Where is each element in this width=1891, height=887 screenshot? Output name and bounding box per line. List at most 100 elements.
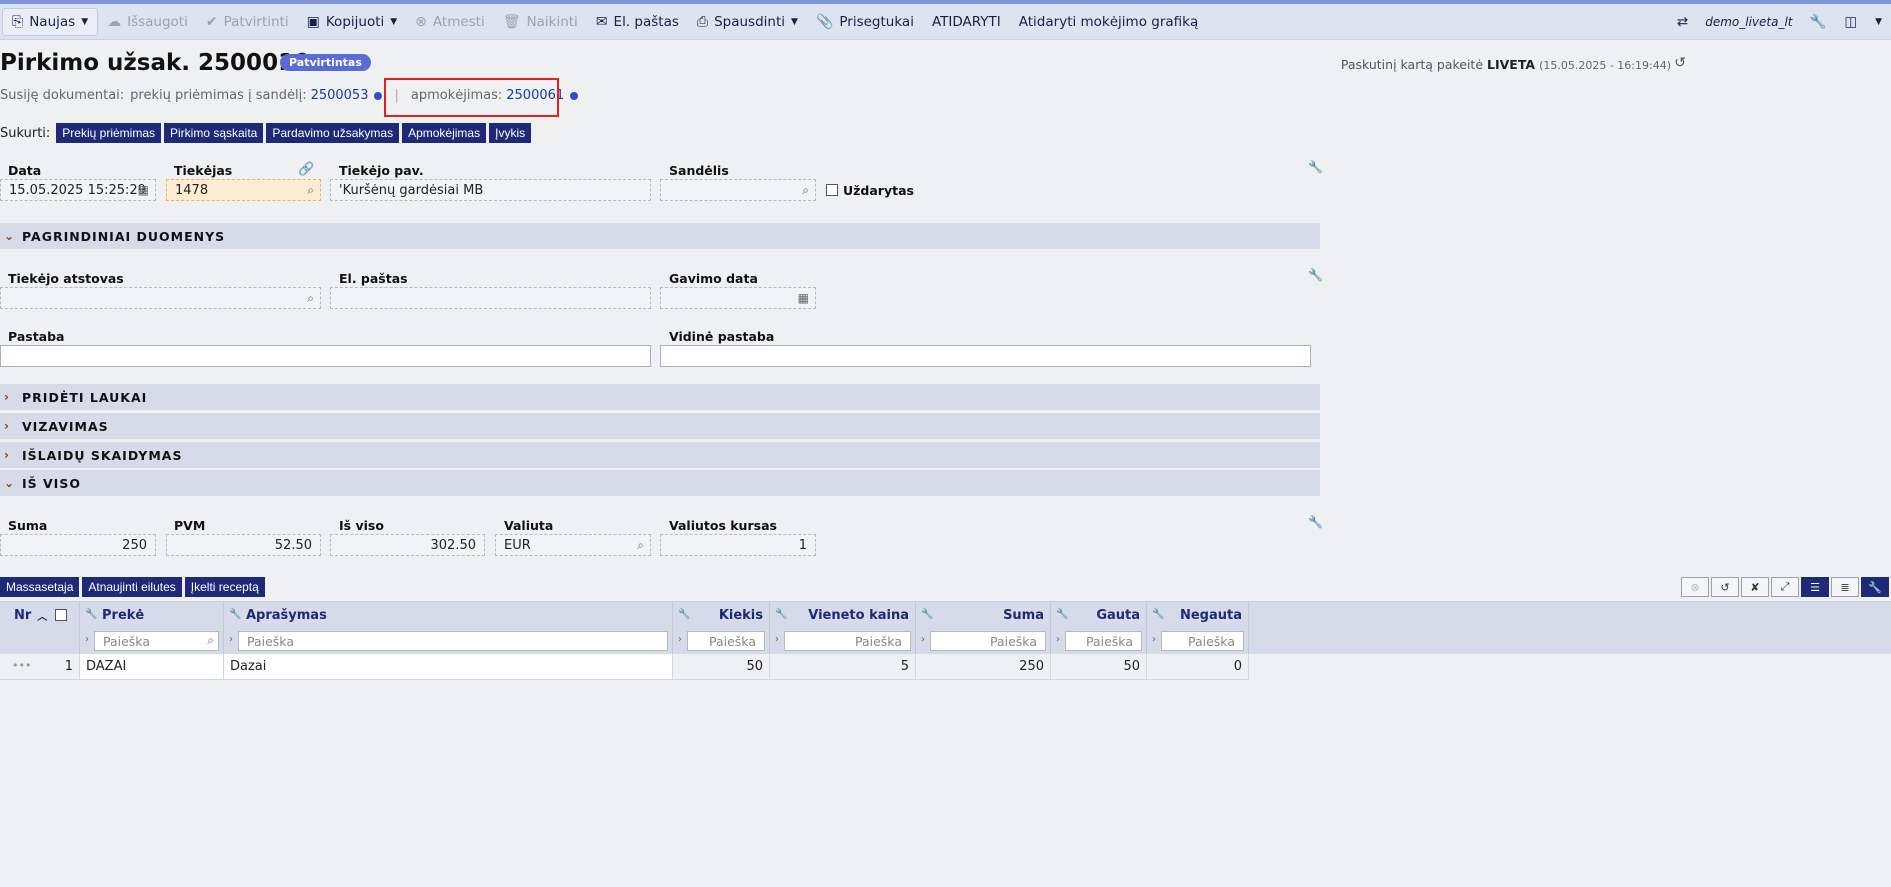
panel-layout-icon[interactable]: ◫ bbox=[1835, 8, 1866, 36]
create-goods-receipt-button[interactable]: Prekių priėmimas bbox=[56, 123, 161, 143]
internal-note-field[interactable] bbox=[660, 345, 1311, 367]
search-icon[interactable]: ⌕ bbox=[307, 183, 314, 198]
search-icon[interactable]: ⌕ bbox=[802, 183, 809, 198]
warehouse-field[interactable]: ⌕ bbox=[660, 179, 816, 201]
create-payment-button[interactable]: Apmokėjimas bbox=[402, 123, 487, 143]
wrench-icon[interactable]: 🔧 bbox=[1152, 609, 1164, 620]
email-button[interactable]: ✉ El. paštas bbox=[587, 8, 688, 36]
calendar-icon[interactable]: ▦ bbox=[798, 291, 809, 305]
wrench-icon[interactable]: 🔧 bbox=[1861, 577, 1889, 597]
open-payment-schedule-button[interactable]: Atidaryti mokėjimo grafiką bbox=[1010, 8, 1207, 36]
delete-button[interactable]: 🗑 Naikinti bbox=[494, 8, 587, 36]
create-event-button[interactable]: Įvykis bbox=[489, 123, 532, 143]
section-totals[interactable]: ⌄ IŠ VISO bbox=[0, 470, 1320, 496]
section-cost-split[interactable]: › IŠLAIDŲ SKAIDYMAS bbox=[0, 442, 1320, 468]
wrench-icon[interactable]: 🔧 bbox=[1056, 609, 1068, 620]
row-menu-icon[interactable]: ••• bbox=[12, 659, 31, 672]
create-purchase-invoice-button[interactable]: Pirkimo sąskaita bbox=[164, 123, 264, 143]
filter-unit-price-input[interactable]: Paieška bbox=[784, 631, 911, 651]
row-description-cell[interactable]: Dazai bbox=[224, 654, 673, 680]
undo-icon[interactable]: ↺ bbox=[1711, 577, 1739, 597]
sort-up-icon[interactable]: ︿ bbox=[37, 608, 47, 623]
receipt-info-icon[interactable] bbox=[374, 91, 383, 100]
attachments-button[interactable]: 📎 Prisegtukai bbox=[807, 8, 923, 36]
filter-not-received-input[interactable]: Paieška bbox=[1161, 631, 1244, 651]
row-not-received-cell[interactable]: 0 bbox=[1147, 654, 1249, 680]
search-icon[interactable]: ⌕ bbox=[207, 633, 214, 648]
user-name[interactable]: demo_liveta_lt bbox=[1697, 15, 1800, 29]
wide-rows-icon[interactable]: ≣ bbox=[1831, 577, 1859, 597]
column-header-nr[interactable]: Nr ︿ bbox=[0, 602, 80, 628]
select-all-checkbox[interactable] bbox=[55, 609, 68, 621]
wrench-icon[interactable]: 🔧 bbox=[775, 609, 787, 620]
switch-icon[interactable]: ⇄ bbox=[1668, 8, 1697, 36]
chevron-down-icon[interactable]: ▼ bbox=[1866, 8, 1891, 36]
receipt-link[interactable]: 2500053 bbox=[311, 88, 369, 103]
new-button[interactable]: ⎘ Naujas ▼ bbox=[2, 7, 99, 36]
filter-qty-input[interactable]: Paieška bbox=[687, 631, 765, 651]
note-field[interactable] bbox=[0, 345, 651, 367]
supplier-rep-field[interactable]: ⌕ bbox=[0, 287, 321, 309]
chevron-down-icon[interactable]: ▼ bbox=[791, 17, 798, 27]
history-icon[interactable]: ↺ bbox=[1674, 55, 1686, 71]
expand-icon[interactable]: ⤢ bbox=[1771, 577, 1799, 597]
filter-item-input[interactable]: Paieška bbox=[94, 631, 219, 651]
copy-button[interactable]: ▣ Kopijuoti ▼ bbox=[298, 8, 407, 36]
supplier-name-field[interactable]: 'Kuršėnų gardėsiai MB bbox=[330, 179, 651, 201]
row-item-cell[interactable]: DAZAI bbox=[80, 654, 224, 680]
closed-checkbox[interactable] bbox=[826, 184, 838, 196]
column-header-description[interactable]: 🔧 Aprašymas bbox=[224, 602, 673, 628]
excel-export-icon[interactable]: ✘ bbox=[1741, 577, 1769, 597]
filter-sum-input[interactable]: Paieška bbox=[930, 631, 1046, 651]
row-unit-price-cell[interactable]: 5 bbox=[770, 654, 916, 680]
column-header-qty[interactable]: 🔧 Kiekis bbox=[673, 602, 770, 628]
link-icon[interactable]: 🔗 bbox=[298, 162, 314, 177]
section-extra-fields[interactable]: › PRIDĖTI LAUKAI bbox=[0, 384, 1320, 410]
chevron-down-icon[interactable]: ▼ bbox=[390, 17, 397, 27]
save-button[interactable]: ☁ Išsaugoti bbox=[98, 8, 197, 36]
search-icon[interactable]: ⌕ bbox=[637, 538, 644, 553]
wrench-icon[interactable]: 🔧 bbox=[1308, 160, 1323, 174]
column-header-unit-price[interactable]: 🔧 Vieneto kaina bbox=[770, 602, 916, 628]
row-qty-cell[interactable]: 50 bbox=[673, 654, 770, 680]
filter-description-input[interactable]: Paieška bbox=[238, 631, 668, 651]
compact-rows-icon[interactable]: ☰ bbox=[1801, 577, 1829, 597]
payment-info-icon[interactable] bbox=[570, 91, 579, 100]
column-header-received[interactable]: 🔧 Gauta bbox=[1051, 602, 1147, 628]
mass-edit-button[interactable]: Massasetaja bbox=[0, 577, 80, 597]
supplier-field[interactable]: 1478 ⌕ bbox=[166, 179, 321, 201]
table-row[interactable]: ••• 1 bbox=[0, 654, 80, 680]
exchange-rate-field[interactable]: 1 bbox=[660, 534, 816, 556]
column-header-item[interactable]: 🔧 Prekė bbox=[80, 602, 224, 628]
row-sum-cell[interactable]: 250 bbox=[916, 654, 1051, 680]
section-approval[interactable]: › VIZAVIMAS bbox=[0, 413, 1320, 439]
reject-button[interactable]: ⊗ Atmesti bbox=[406, 8, 494, 36]
total-field[interactable]: 302.50 bbox=[330, 534, 485, 556]
row-received-cell[interactable]: 50 bbox=[1051, 654, 1147, 680]
receive-date-field[interactable]: ▦ bbox=[660, 287, 816, 309]
open-button[interactable]: ATIDARYTI bbox=[923, 8, 1010, 36]
search-icon[interactable]: ⌕ bbox=[307, 291, 314, 306]
calendar-icon[interactable]: ▦ bbox=[138, 183, 149, 197]
currency-field[interactable]: EUR ⌕ bbox=[495, 534, 651, 556]
create-sales-order-button[interactable]: Pardavimo užsakymas bbox=[266, 123, 400, 143]
email-field[interactable] bbox=[330, 287, 651, 309]
wrench-icon[interactable]: 🔧 bbox=[1801, 8, 1836, 36]
column-header-sum[interactable]: 🔧 Suma bbox=[916, 602, 1051, 628]
refresh-rows-button[interactable]: Atnaujinti eilutes bbox=[82, 577, 182, 597]
print-button[interactable]: ⎙ Spausdinti ▼ bbox=[688, 8, 807, 36]
wrench-icon[interactable]: 🔧 bbox=[229, 609, 241, 620]
wrench-icon[interactable]: 🔧 bbox=[85, 609, 97, 620]
date-field[interactable]: 15.05.2025 15:25:29 ▦ bbox=[0, 179, 156, 201]
wrench-icon[interactable]: 🔧 bbox=[678, 609, 690, 620]
vat-field[interactable]: 52.50 bbox=[166, 534, 321, 556]
column-header-not-received[interactable]: 🔧 Negauta bbox=[1147, 602, 1249, 628]
sum-field[interactable]: 250 bbox=[0, 534, 156, 556]
wrench-icon[interactable]: 🔧 bbox=[1308, 268, 1323, 282]
section-main-data[interactable]: ⌄ PAGRINDINIAI DUOMENYS bbox=[0, 223, 1320, 249]
filter-received-input[interactable]: Paieška bbox=[1065, 631, 1142, 651]
load-recipe-button[interactable]: Įkelti receptą bbox=[184, 577, 265, 597]
clear-filter-icon[interactable]: ⊗ bbox=[1681, 577, 1709, 597]
wrench-icon[interactable]: 🔧 bbox=[921, 609, 933, 620]
wrench-icon[interactable]: 🔧 bbox=[1308, 515, 1323, 529]
